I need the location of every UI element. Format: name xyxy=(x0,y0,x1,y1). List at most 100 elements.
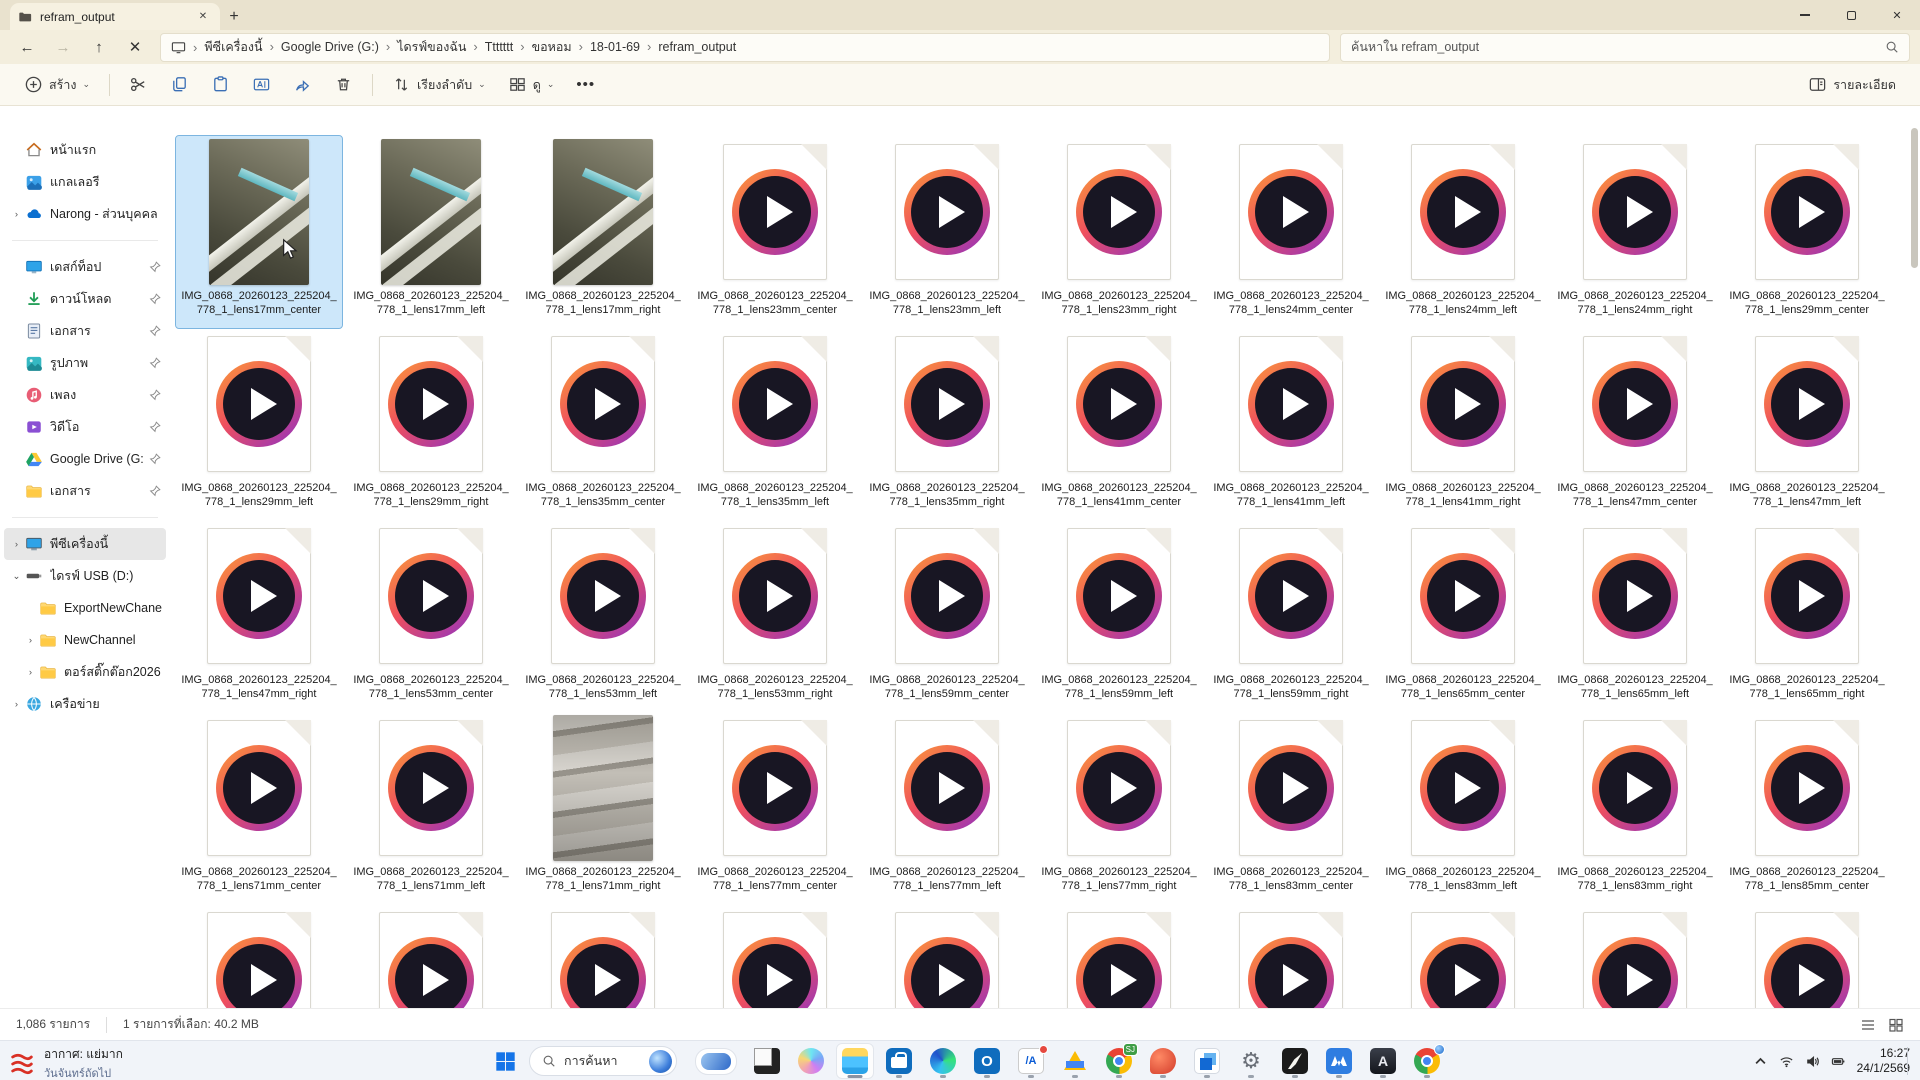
cut-button[interactable] xyxy=(119,69,158,101)
sidebar-item[interactable]: เอกสาร xyxy=(4,475,166,507)
file-tile[interactable]: IMG_0868_20260123_225204_778_1_lens53mm_… xyxy=(520,520,686,712)
file-tile[interactable]: IMG_0868_20260123_225204_778_1_lens47mm_… xyxy=(176,520,342,712)
file-tile[interactable] xyxy=(1208,904,1374,1008)
file-tile[interactable]: IMG_0868_20260123_225204_778_1_lens29mm_… xyxy=(1724,136,1890,328)
blue-m-taskbar-button[interactable] xyxy=(1320,1043,1358,1079)
rename-button[interactable] xyxy=(242,69,281,101)
tree-chevron-icon[interactable]: ⌄ xyxy=(10,571,23,582)
sidebar-item[interactable]: เพลง xyxy=(4,379,166,411)
file-tile[interactable]: IMG_0868_20260123_225204_778_1_lens59mm_… xyxy=(1208,520,1374,712)
copilot-taskbar-button[interactable] xyxy=(792,1043,830,1079)
file-tile[interactable]: IMG_0868_20260123_225204_778_1_lens77mm_… xyxy=(1036,712,1202,904)
sidebar-item[interactable]: หน้าแรก xyxy=(4,134,166,166)
file-tile[interactable]: IMG_0868_20260123_225204_778_1_lens83mm_… xyxy=(1380,712,1546,904)
notepad-taskbar-button[interactable] xyxy=(748,1043,786,1079)
file-tile[interactable]: IMG_0868_20260123_225204_778_1_lens47mm_… xyxy=(1552,328,1718,520)
taskbar-clock[interactable]: 16:27 24/1/2569 xyxy=(1857,1046,1910,1076)
file-tile[interactable]: IMG_0868_20260123_225204_778_1_lens77mm_… xyxy=(692,712,858,904)
volume-icon[interactable] xyxy=(1805,1054,1820,1069)
google-drive-taskbar-button[interactable] xyxy=(1056,1043,1094,1079)
breadcrumb-item[interactable]: Google Drive (G:) xyxy=(281,40,379,54)
file-tile[interactable]: IMG_0868_20260123_225204_778_1_lens41mm_… xyxy=(1208,328,1374,520)
minimize-button[interactable] xyxy=(1782,0,1828,30)
file-tile[interactable]: IMG_0868_20260123_225204_778_1_lens77mm_… xyxy=(864,712,1030,904)
scrollbar-thumb[interactable] xyxy=(1911,128,1918,268)
file-tile[interactable]: IMG_0868_20260123_225204_778_1_lens17mm_… xyxy=(520,136,686,328)
outlook-taskbar-button[interactable] xyxy=(968,1043,1006,1079)
file-tile[interactable] xyxy=(520,904,686,1008)
tab-close-icon[interactable]: ✕ xyxy=(194,9,212,25)
sidebar-item[interactable]: ›NewChannel xyxy=(4,624,166,656)
tree-chevron-icon[interactable]: › xyxy=(24,635,37,646)
file-tile[interactable] xyxy=(864,904,1030,1008)
list-view-icon[interactable] xyxy=(1860,1017,1876,1033)
more-options-button[interactable]: ••• xyxy=(566,69,605,101)
file-tile[interactable]: IMG_0868_20260123_225204_778_1_lens35mm_… xyxy=(520,328,686,520)
maximize-button[interactable] xyxy=(1828,0,1874,30)
sidebar-item[interactable]: เดสก์ท็อป xyxy=(4,251,166,283)
file-tile[interactable]: IMG_0868_20260123_225204_778_1_lens71mm_… xyxy=(176,712,342,904)
thumbnail-view-icon[interactable] xyxy=(1888,1017,1904,1033)
file-tile[interactable] xyxy=(1552,904,1718,1008)
file-tile[interactable]: IMG_0868_20260123_225204_778_1_lens59mm_… xyxy=(1036,520,1202,712)
search-input[interactable]: ค้นหาใน refram_output xyxy=(1340,33,1910,62)
chrome2-taskbar-button[interactable] xyxy=(1408,1043,1446,1079)
file-tile[interactable]: IMG_0868_20260123_225204_778_1_lens17mm_… xyxy=(176,136,342,328)
explorer-tab[interactable]: refram_output ✕ xyxy=(10,3,220,30)
file-tile[interactable]: IMG_0868_20260123_225204_778_1_lens53mm_… xyxy=(348,520,514,712)
chrome-taskbar-button[interactable]: SJ xyxy=(1100,1043,1138,1079)
ia-app-taskbar-button[interactable] xyxy=(1012,1043,1050,1079)
sidebar-item[interactable]: ⌄ไดรฟ์ USB (D:) xyxy=(4,560,166,592)
file-tile[interactable]: IMG_0868_20260123_225204_778_1_lens59mm_… xyxy=(864,520,1030,712)
file-tile[interactable]: IMG_0868_20260123_225204_778_1_lens65mm_… xyxy=(1724,520,1890,712)
network-icon[interactable] xyxy=(1779,1054,1794,1069)
battery-icon[interactable] xyxy=(1831,1054,1846,1069)
sidebar-item[interactable]: ›พีซีเครื่องนี้ xyxy=(4,528,166,560)
breadcrumb-item[interactable]: Ttttttt xyxy=(485,40,513,54)
powerpoint-taskbar-button[interactable] xyxy=(1144,1043,1182,1079)
file-tile[interactable]: IMG_0868_20260123_225204_778_1_lens41mm_… xyxy=(1036,328,1202,520)
file-tile[interactable]: IMG_0868_20260123_225204_778_1_lens23mm_… xyxy=(1036,136,1202,328)
chevron-up-icon[interactable] xyxy=(1753,1054,1768,1069)
breadcrumb-item[interactable]: ไดรฟ์ของฉัน xyxy=(397,40,466,54)
tree-chevron-icon[interactable]: › xyxy=(10,699,23,710)
vertical-scrollbar[interactable] xyxy=(1911,110,1918,1004)
share-button[interactable] xyxy=(283,69,322,101)
file-tile[interactable]: IMG_0868_20260123_225204_778_1_lens65mm_… xyxy=(1552,520,1718,712)
sidebar-item[interactable]: ›Narong - ส่วนบุคคล xyxy=(4,198,166,230)
breadcrumb-item[interactable]: 18-01-69 xyxy=(590,40,640,54)
file-tile[interactable]: IMG_0868_20260123_225204_778_1_lens65mm_… xyxy=(1380,520,1546,712)
weather-widget[interactable]: อากาศ: แย่มาก วันจันทร์ถัดไป xyxy=(8,1045,123,1080)
file-tile[interactable]: IMG_0868_20260123_225204_778_1_lens71mm_… xyxy=(520,712,686,904)
file-tile[interactable]: IMG_0868_20260123_225204_778_1_lens23mm_… xyxy=(692,136,858,328)
view-button[interactable]: ดู ⌄ xyxy=(498,69,565,101)
file-tile[interactable]: IMG_0868_20260123_225204_778_1_lens24mm_… xyxy=(1380,136,1546,328)
file-tile[interactable]: IMG_0868_20260123_225204_778_1_lens24mm_… xyxy=(1208,136,1374,328)
task-view-taskbar-button[interactable] xyxy=(690,1043,742,1079)
show-desktop-button[interactable] xyxy=(1907,1047,1910,1075)
file-tile[interactable]: IMG_0868_20260123_225204_778_1_lens35mm_… xyxy=(692,328,858,520)
quill-taskbar-button[interactable] xyxy=(1276,1043,1314,1079)
settings-taskbar-button[interactable]: ⚙ xyxy=(1232,1043,1270,1079)
file-tile[interactable] xyxy=(348,904,514,1008)
tree-chevron-icon[interactable]: › xyxy=(10,209,23,220)
copy-button[interactable] xyxy=(160,69,199,101)
file-tile[interactable]: IMG_0868_20260123_225204_778_1_lens83mm_… xyxy=(1552,712,1718,904)
breadcrumb-item[interactable]: พีซีเครื่องนี้ xyxy=(204,40,262,54)
file-tile[interactable]: IMG_0868_20260123_225204_778_1_lens29mm_… xyxy=(348,328,514,520)
breadcrumb-item[interactable]: ขอหอม xyxy=(532,40,572,54)
file-tile[interactable]: IMG_0868_20260123_225204_778_1_lens47mm_… xyxy=(1724,328,1890,520)
sidebar-item[interactable]: แกลเลอรี xyxy=(4,166,166,198)
file-tile[interactable]: IMG_0868_20260123_225204_778_1_lens17mm_… xyxy=(348,136,514,328)
file-tile[interactable]: IMG_0868_20260123_225204_778_1_lens53mm_… xyxy=(692,520,858,712)
breadcrumb[interactable]: › พีซีเครื่องนี้›Google Drive (G:)›ไดรฟ์… xyxy=(160,33,1330,62)
file-tile[interactable] xyxy=(1380,904,1546,1008)
file-tile[interactable] xyxy=(1724,904,1890,1008)
file-tile[interactable]: IMG_0868_20260123_225204_778_1_lens85mm_… xyxy=(1724,712,1890,904)
edge-taskbar-button[interactable] xyxy=(924,1043,962,1079)
taskbar-search[interactable]: การค้นหา xyxy=(529,1046,677,1076)
sidebar-item[interactable]: Google Drive (G: xyxy=(4,443,166,475)
up-button[interactable]: ↑ xyxy=(82,33,116,61)
file-tile[interactable] xyxy=(176,904,342,1008)
tree-chevron-icon[interactable]: › xyxy=(10,539,23,550)
